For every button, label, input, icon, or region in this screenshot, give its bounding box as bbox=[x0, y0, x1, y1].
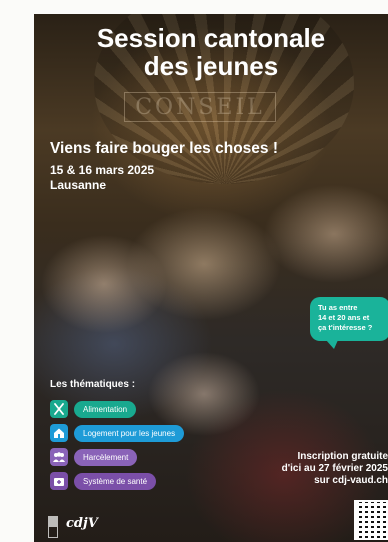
event-date: 15 & 16 mars 2025 bbox=[50, 163, 155, 177]
inscription-line-3: sur cdj-vaud.ch bbox=[314, 475, 388, 486]
people-icon bbox=[50, 448, 68, 466]
cutlery-icon bbox=[50, 400, 68, 418]
inscription-info: Inscription gratuite d'ici au 27 février… bbox=[282, 451, 388, 487]
medical-kit-icon bbox=[50, 472, 68, 490]
theme-label: Alimentation bbox=[74, 400, 137, 418]
theme-label: Logement pour les jeunes bbox=[74, 424, 185, 442]
conseil-sign: CONSEIL bbox=[124, 92, 276, 122]
poster: CONSEIL Session cantonale des jeunes Vie… bbox=[34, 14, 388, 542]
theme-harcelement: Harcèlement bbox=[50, 448, 138, 466]
bubble-line-2: 14 et 20 ans et bbox=[318, 313, 370, 322]
house-icon bbox=[50, 424, 68, 442]
tagline: Viens faire bouger les choses ! bbox=[50, 140, 278, 157]
title-line-1: Session cantonale bbox=[96, 23, 326, 53]
title-line-2: des jeunes bbox=[143, 51, 279, 81]
themes-heading: Les thématiques : bbox=[50, 379, 136, 390]
cdj-logo: cdjV bbox=[66, 516, 98, 531]
theme-label: Système de santé bbox=[74, 472, 157, 490]
vaud-flag-logo bbox=[48, 516, 58, 538]
theme-logement: Logement pour les jeunes bbox=[50, 424, 185, 442]
bubble-line-3: ça t'intéresse ? bbox=[318, 323, 373, 332]
theme-sante: Système de santé bbox=[50, 472, 157, 490]
inscription-line-1: Inscription gratuite bbox=[297, 451, 388, 462]
age-speech-bubble: Tu as entre 14 et 20 ans et ça t'intéres… bbox=[310, 297, 388, 349]
inscription-line-2: d'ici au 27 février 2025 bbox=[281, 463, 388, 474]
qr-code[interactable] bbox=[354, 500, 388, 540]
theme-alimentation: Alimentation bbox=[50, 400, 137, 418]
event-place: Lausanne bbox=[50, 178, 107, 192]
bubble-line-1: Tu as entre bbox=[318, 303, 358, 312]
poster-title: Session cantonale des jeunes bbox=[34, 24, 388, 80]
theme-label: Harcèlement bbox=[74, 448, 138, 466]
